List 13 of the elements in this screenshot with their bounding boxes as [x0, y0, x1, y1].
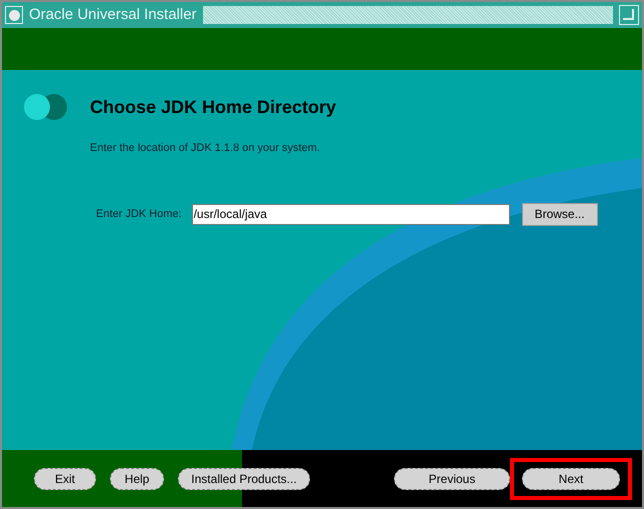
spheres-icon	[22, 92, 68, 122]
pill-button[interactable]: Next	[522, 468, 620, 490]
pill-button[interactable]: Previous	[394, 468, 510, 490]
description: Enter the location of JDK 1.1.8 on your system.	[90, 141, 321, 156]
browse-button[interactable]: Browse...	[522, 202, 598, 226]
window-menu-icon[interactable]	[5, 6, 23, 24]
pill-button[interactable]: Installed Products...	[178, 468, 310, 490]
page-heading: Choose JDK Home Directory	[90, 96, 336, 119]
pill-button[interactable]: Exit	[34, 468, 96, 490]
jdk-home-field[interactable]: /usr/local/java	[192, 204, 510, 224]
window-title: Oracle Universal Installer	[29, 4, 197, 25]
maximize-icon[interactable]	[619, 5, 639, 25]
field-label: Enter JDK Home:	[96, 206, 182, 222]
